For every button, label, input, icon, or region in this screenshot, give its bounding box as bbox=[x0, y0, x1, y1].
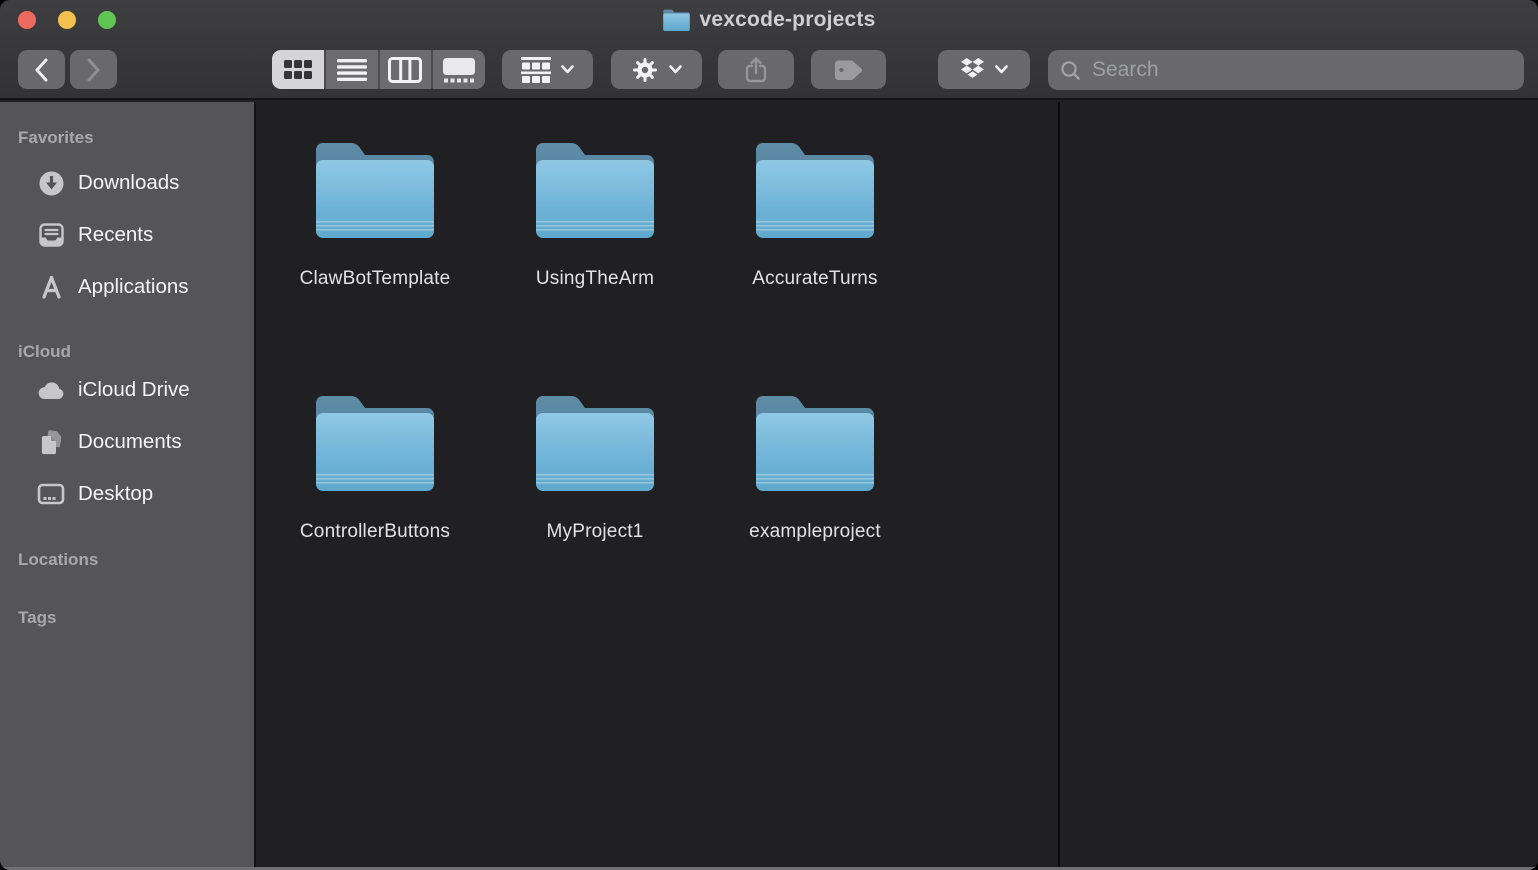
sidebar-item-label: Downloads bbox=[78, 171, 179, 195]
preview-pane-divider[interactable] bbox=[1058, 102, 1060, 867]
folder-icon bbox=[756, 393, 874, 491]
group-icon bbox=[521, 57, 551, 83]
gear-icon bbox=[631, 56, 659, 84]
folder-icon bbox=[536, 393, 654, 491]
folder-item[interactable]: ClawBotTemplate bbox=[265, 140, 485, 393]
chevron-right-icon bbox=[86, 58, 101, 82]
folder-grid: ClawBotTemplate UsingTheArm AccurateTurn… bbox=[265, 140, 925, 646]
sidebar-item-label: Documents bbox=[78, 430, 182, 454]
folder-name: MyProject1 bbox=[546, 521, 643, 543]
folder-name: AccurateTurns bbox=[752, 268, 877, 290]
list-view-button[interactable] bbox=[326, 50, 378, 89]
window-chrome: vexcode-projects bbox=[0, 0, 1538, 100]
folder-name: UsingTheArm bbox=[536, 268, 654, 290]
folder-item[interactable]: MyProject1 bbox=[485, 393, 705, 646]
applications-icon bbox=[37, 274, 65, 301]
action-menu-button[interactable] bbox=[611, 50, 702, 89]
folder-icon bbox=[316, 393, 434, 491]
column-view-button[interactable] bbox=[380, 50, 432, 89]
forward-button[interactable] bbox=[70, 50, 117, 89]
grid-view-icon bbox=[283, 59, 313, 81]
dropbox-icon bbox=[960, 58, 985, 81]
folder-icon bbox=[316, 140, 434, 238]
recents-icon bbox=[37, 222, 65, 249]
group-by-button[interactable] bbox=[502, 50, 593, 89]
share-icon bbox=[743, 56, 769, 84]
window-title: vexcode-projects bbox=[700, 8, 876, 32]
search-input[interactable] bbox=[1090, 57, 1512, 83]
sidebar-item-documents[interactable]: Documents bbox=[0, 416, 254, 468]
sidebar-item-label: Recents bbox=[78, 223, 153, 247]
titlebar: vexcode-projects bbox=[0, 0, 1538, 40]
documents-icon bbox=[37, 429, 65, 456]
sidebar-item-label: iCloud Drive bbox=[78, 378, 190, 402]
downloads-icon bbox=[37, 170, 65, 197]
title-folder-icon bbox=[663, 9, 690, 31]
icon-view-button[interactable] bbox=[272, 50, 324, 89]
desktop-icon bbox=[37, 481, 65, 508]
folder-item[interactable]: AccurateTurns bbox=[705, 140, 925, 393]
gallery-view-icon bbox=[442, 57, 476, 83]
folder-item[interactable]: exampleproject bbox=[705, 393, 925, 646]
dropbox-menu-button[interactable] bbox=[938, 50, 1030, 89]
folder-name: exampleproject bbox=[749, 521, 881, 543]
tag-icon bbox=[834, 59, 864, 81]
finder-window: vexcode-projects bbox=[0, 0, 1538, 870]
folder-item[interactable]: UsingTheArm bbox=[485, 140, 705, 393]
folder-item[interactable]: ControllerButtons bbox=[265, 393, 485, 646]
sidebar-item-icloud-drive[interactable]: iCloud Drive bbox=[0, 364, 254, 416]
chevron-down-icon bbox=[561, 65, 574, 74]
chevron-down-icon bbox=[669, 65, 682, 74]
sidebar: Favorites Downloads Recents bbox=[0, 102, 256, 867]
sidebar-item-label: Desktop bbox=[78, 482, 153, 506]
share-button[interactable] bbox=[718, 50, 794, 89]
folder-name: ControllerButtons bbox=[300, 521, 450, 543]
sidebar-item-applications[interactable]: Applications bbox=[0, 261, 254, 313]
chevron-left-icon bbox=[34, 58, 49, 82]
chevron-down-icon bbox=[995, 65, 1008, 74]
column-view-icon bbox=[388, 57, 422, 83]
folder-icon bbox=[536, 140, 654, 238]
search-field[interactable] bbox=[1048, 50, 1524, 90]
sidebar-item-recents[interactable]: Recents bbox=[0, 209, 254, 261]
folder-content-pane: ClawBotTemplate UsingTheArm AccurateTurn… bbox=[258, 102, 1538, 867]
sidebar-item-label: Applications bbox=[78, 275, 189, 299]
cloud-icon bbox=[37, 377, 65, 404]
sidebar-header-favorites: Favorites bbox=[0, 126, 254, 150]
folder-name: ClawBotTemplate bbox=[300, 268, 451, 290]
sidebar-header-icloud: iCloud bbox=[0, 340, 254, 364]
folder-icon bbox=[756, 140, 874, 238]
sidebar-item-downloads[interactable]: Downloads bbox=[0, 157, 254, 209]
view-mode-switcher bbox=[272, 50, 485, 89]
back-button[interactable] bbox=[18, 50, 65, 89]
gallery-view-button[interactable] bbox=[433, 50, 485, 89]
tag-button[interactable] bbox=[811, 50, 886, 89]
sidebar-item-desktop[interactable]: Desktop bbox=[0, 468, 254, 520]
sidebar-header-locations: Locations bbox=[0, 548, 254, 572]
list-view-icon bbox=[337, 58, 367, 82]
sidebar-header-tags: Tags bbox=[0, 606, 254, 630]
search-icon bbox=[1060, 60, 1081, 81]
